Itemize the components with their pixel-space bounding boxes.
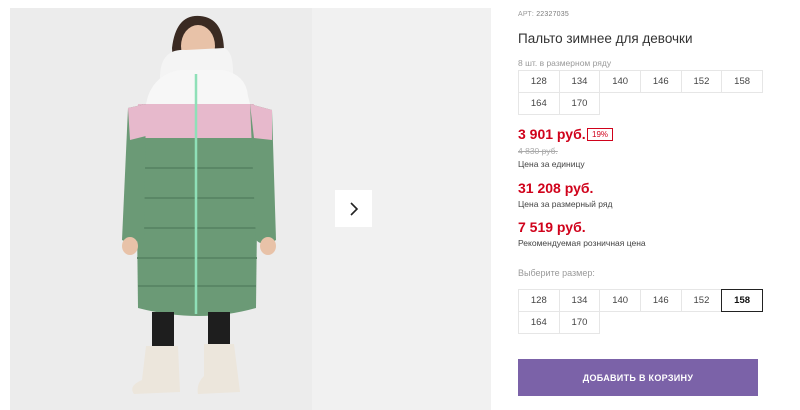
pack-price-caption: Цена за размерный ряд — [518, 199, 613, 209]
size-option[interactable]: 134 — [558, 289, 601, 312]
pack-size-cell: 134 — [558, 70, 601, 93]
size-option[interactable]: 170 — [558, 311, 601, 334]
chevron-right-icon — [349, 201, 358, 216]
unit-price: 3 901 руб. — [518, 126, 586, 142]
size-option[interactable]: 164 — [518, 311, 560, 334]
size-option[interactable]: 146 — [639, 289, 682, 312]
gallery-next-button[interactable] — [335, 190, 372, 227]
pack-size-label: 8 шт. в размерном ряду — [518, 58, 612, 68]
article-number: АРТ: 22327035 — [518, 11, 569, 18]
rrp-price-caption: Рекомендуемая розничная цена — [518, 238, 646, 248]
discount-badge: 19% — [587, 128, 614, 141]
pack-size-cell: 158 — [721, 70, 763, 93]
pack-size-cell: 140 — [599, 70, 641, 93]
pack-size-cell: 164 — [518, 92, 560, 115]
article-prefix: АРТ: — [518, 11, 535, 18]
size-option[interactable]: 128 — [518, 289, 560, 312]
pack-size-cell: 152 — [680, 70, 723, 93]
product-gallery — [10, 8, 491, 410]
pack-size-cell: 146 — [639, 70, 682, 93]
product-title: Пальто зимнее для девочки — [518, 31, 693, 46]
pack-size-grid: 128 134 140 146 152 158 164 170 — [518, 70, 763, 115]
add-to-cart-button[interactable]: ДОБАВИТЬ В КОРЗИНУ — [518, 359, 758, 396]
rrp-price: 7 519 руб. — [518, 219, 586, 235]
unit-price-caption: Цена за единицу — [518, 159, 585, 169]
old-price: 4 830 руб. — [518, 146, 558, 156]
pack-size-cell: 170 — [558, 92, 601, 115]
pack-price: 31 208 руб. — [518, 180, 594, 196]
size-option[interactable]: 140 — [599, 289, 641, 312]
size-selector: 128 134 140 146 152 158 164 170 — [518, 289, 763, 334]
product-photo[interactable] — [10, 8, 312, 410]
pack-size-cell: 128 — [518, 70, 560, 93]
choose-size-label: Выберите размер: — [518, 268, 595, 278]
article-value: 22327035 — [536, 11, 569, 18]
size-option[interactable]: 152 — [680, 289, 723, 312]
size-option-selected[interactable]: 158 — [721, 289, 763, 312]
girl-in-winter-coat-image — [10, 8, 312, 410]
